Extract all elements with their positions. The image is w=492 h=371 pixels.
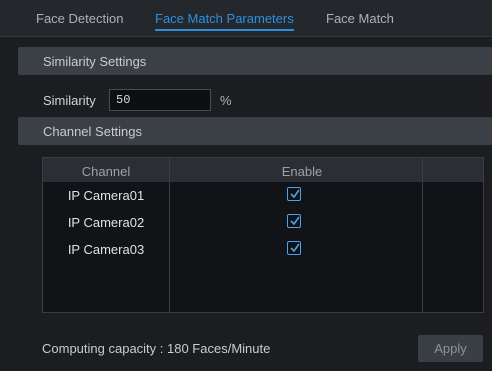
enable-checkbox[interactable] [287, 187, 301, 201]
computing-capacity-text: Computing capacity : 180 Faces/Minute [42, 341, 271, 356]
channel-settings-header: Channel Settings [18, 117, 492, 145]
channel-table: Channel Enable IP Camera01 IP Camera02 I… [42, 157, 484, 313]
checkmark-icon [290, 216, 300, 226]
table-row: IP Camera03 [43, 239, 483, 259]
similarity-label: Similarity [43, 93, 96, 108]
table-row: IP Camera02 [43, 212, 483, 232]
column-header-enable: Enable [281, 164, 323, 179]
enable-checkbox[interactable] [287, 241, 301, 255]
table-row: IP Camera01 [43, 185, 483, 205]
channel-name: IP Camera01 [67, 188, 145, 203]
channel-name: IP Camera03 [67, 242, 145, 257]
tab-face-detection[interactable]: Face Detection [36, 11, 123, 26]
channel-name: IP Camera02 [67, 215, 145, 230]
column-header-channel: Channel [81, 164, 131, 179]
similarity-unit: % [220, 93, 232, 108]
channel-settings-title: Channel Settings [43, 124, 143, 139]
tab-bar: Face Detection Face Match Parameters Fac… [0, 0, 492, 37]
tab-face-match-parameters[interactable]: Face Match Parameters [155, 11, 294, 31]
table-header: Channel Enable [43, 158, 483, 182]
apply-button[interactable]: Apply [418, 335, 483, 362]
checkmark-icon [290, 243, 300, 253]
column-divider [169, 158, 170, 312]
column-divider [422, 158, 423, 312]
similarity-input[interactable] [109, 89, 211, 111]
tab-face-match[interactable]: Face Match [326, 11, 394, 26]
similarity-settings-header: Similarity Settings [18, 47, 492, 75]
checkmark-icon [290, 189, 300, 199]
enable-checkbox[interactable] [287, 214, 301, 228]
similarity-settings-title: Similarity Settings [43, 54, 147, 69]
